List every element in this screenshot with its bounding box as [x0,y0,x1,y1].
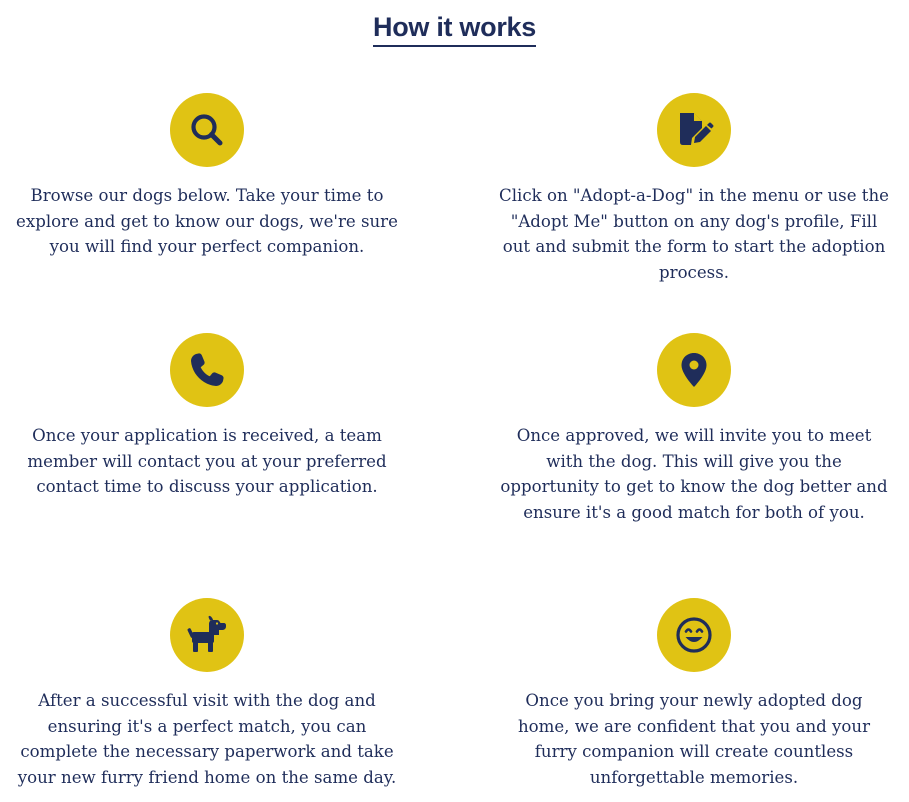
step-icon-circle [170,333,244,407]
step-home: Once you bring your newly adopted dog ho… [494,598,894,790]
step-description: Once you bring your newly adopted dog ho… [517,691,871,787]
step-apply: Click on "Adopt-a-Dog" in the menu or us… [494,93,894,285]
dog-icon [187,615,226,652]
step-contact: Once your application is received, a tea… [7,333,407,500]
smile-icon [676,617,712,653]
step-description: After a successful visit with the dog an… [17,691,397,787]
step-icon-circle [170,93,244,167]
step-icon-circle [657,333,731,407]
step-icon-circle [657,93,731,167]
step-browse: Browse our dogs below. Take your time to… [7,93,407,260]
step-description: Once approved, we will invite you to mee… [500,426,888,522]
step-icon-circle [657,598,731,672]
step-adopt: After a successful visit with the dog an… [7,598,407,790]
step-icon-circle [170,598,244,672]
section-title-text: How it works [373,10,536,47]
step-description: Once your application is received, a tea… [27,426,387,497]
map-pin-icon [681,353,707,387]
search-icon [191,114,223,146]
step-description: Browse our dogs below. Take your time to… [16,186,398,257]
step-description: Click on "Adopt-a-Dog" in the menu or us… [499,186,889,282]
section-title: How it works [0,10,909,47]
file-edit-icon [680,113,714,145]
step-meet: Once approved, we will invite you to mee… [494,333,894,525]
phone-icon [191,353,224,386]
